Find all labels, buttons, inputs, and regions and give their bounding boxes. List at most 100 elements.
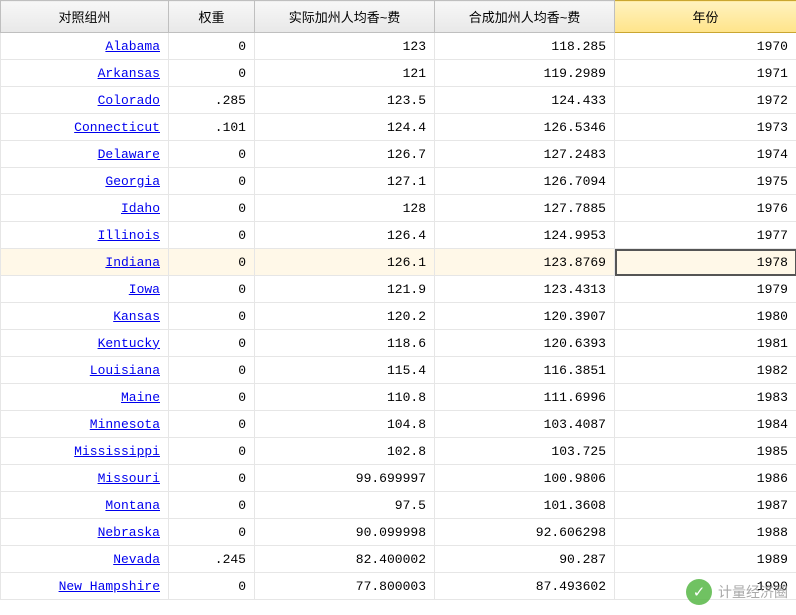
cell-year[interactable]: 1988 bbox=[615, 519, 796, 546]
cell-weight[interactable]: .285 bbox=[169, 87, 255, 114]
cell-weight[interactable]: 0 bbox=[169, 330, 255, 357]
cell-synth[interactable]: 87.493602 bbox=[435, 573, 615, 600]
cell-state[interactable]: Nevada bbox=[1, 546, 169, 573]
cell-actual[interactable]: 110.8 bbox=[255, 384, 435, 411]
cell-synth[interactable]: 123.8769 bbox=[435, 249, 615, 276]
cell-actual[interactable]: 124.4 bbox=[255, 114, 435, 141]
cell-year[interactable]: 1972 bbox=[615, 87, 796, 114]
cell-state[interactable]: Louisiana bbox=[1, 357, 169, 384]
cell-state[interactable]: Arkansas bbox=[1, 60, 169, 87]
cell-actual[interactable]: 126.1 bbox=[255, 249, 435, 276]
cell-state[interactable]: Georgia bbox=[1, 168, 169, 195]
cell-actual[interactable]: 90.099998 bbox=[255, 519, 435, 546]
cell-weight[interactable]: 0 bbox=[169, 60, 255, 87]
cell-year[interactable]: 1974 bbox=[615, 141, 796, 168]
cell-synth[interactable]: 111.6996 bbox=[435, 384, 615, 411]
cell-synth[interactable]: 119.2989 bbox=[435, 60, 615, 87]
cell-weight[interactable]: 0 bbox=[169, 168, 255, 195]
cell-weight[interactable]: 0 bbox=[169, 465, 255, 492]
cell-actual[interactable]: 123 bbox=[255, 33, 435, 60]
cell-synth[interactable]: 116.3851 bbox=[435, 357, 615, 384]
col-header-actual[interactable]: 实际加州人均香~费 bbox=[255, 1, 435, 33]
col-header-weight[interactable]: 权重 bbox=[169, 1, 255, 33]
cell-synth[interactable]: 103.725 bbox=[435, 438, 615, 465]
cell-year[interactable]: 1986 bbox=[615, 465, 796, 492]
cell-synth[interactable]: 127.7885 bbox=[435, 195, 615, 222]
cell-actual[interactable]: 120.2 bbox=[255, 303, 435, 330]
cell-synth[interactable]: 126.5346 bbox=[435, 114, 615, 141]
cell-actual[interactable]: 77.800003 bbox=[255, 573, 435, 600]
cell-year[interactable]: 1973 bbox=[615, 114, 796, 141]
cell-actual[interactable]: 126.4 bbox=[255, 222, 435, 249]
cell-synth[interactable]: 124.9953 bbox=[435, 222, 615, 249]
cell-year[interactable]: 1977 bbox=[615, 222, 796, 249]
cell-synth[interactable]: 103.4087 bbox=[435, 411, 615, 438]
cell-year[interactable]: 1978 bbox=[615, 249, 796, 276]
cell-synth[interactable]: 126.7094 bbox=[435, 168, 615, 195]
cell-year[interactable]: 1975 bbox=[615, 168, 796, 195]
cell-actual[interactable]: 99.699997 bbox=[255, 465, 435, 492]
cell-state[interactable]: New Hampshire bbox=[1, 573, 169, 600]
cell-weight[interactable]: .101 bbox=[169, 114, 255, 141]
cell-actual[interactable]: 97.5 bbox=[255, 492, 435, 519]
cell-state[interactable]: Illinois bbox=[1, 222, 169, 249]
cell-state[interactable]: Colorado bbox=[1, 87, 169, 114]
cell-weight[interactable]: 0 bbox=[169, 438, 255, 465]
cell-state[interactable]: Montana bbox=[1, 492, 169, 519]
cell-year[interactable]: 1976 bbox=[615, 195, 796, 222]
cell-weight[interactable]: 0 bbox=[169, 195, 255, 222]
cell-actual[interactable]: 115.4 bbox=[255, 357, 435, 384]
cell-state[interactable]: Kentucky bbox=[1, 330, 169, 357]
cell-weight[interactable]: 0 bbox=[169, 33, 255, 60]
cell-state[interactable]: Missouri bbox=[1, 465, 169, 492]
cell-actual[interactable]: 121.9 bbox=[255, 276, 435, 303]
cell-state[interactable]: Connecticut bbox=[1, 114, 169, 141]
cell-weight[interactable]: 0 bbox=[169, 141, 255, 168]
cell-weight[interactable]: .245 bbox=[169, 546, 255, 573]
cell-state[interactable]: Delaware bbox=[1, 141, 169, 168]
cell-weight[interactable]: 0 bbox=[169, 222, 255, 249]
cell-state[interactable]: Maine bbox=[1, 384, 169, 411]
cell-synth[interactable]: 127.2483 bbox=[435, 141, 615, 168]
cell-state[interactable]: Nebraska bbox=[1, 519, 169, 546]
cell-actual[interactable]: 127.1 bbox=[255, 168, 435, 195]
cell-weight[interactable]: 0 bbox=[169, 384, 255, 411]
cell-weight[interactable]: 0 bbox=[169, 357, 255, 384]
cell-year[interactable]: 1983 bbox=[615, 384, 796, 411]
cell-synth[interactable]: 120.6393 bbox=[435, 330, 615, 357]
cell-actual[interactable]: 102.8 bbox=[255, 438, 435, 465]
cell-weight[interactable]: 0 bbox=[169, 492, 255, 519]
cell-state[interactable]: Minnesota bbox=[1, 411, 169, 438]
cell-actual[interactable]: 82.400002 bbox=[255, 546, 435, 573]
cell-synth[interactable]: 118.285 bbox=[435, 33, 615, 60]
cell-synth[interactable]: 120.3907 bbox=[435, 303, 615, 330]
cell-weight[interactable]: 0 bbox=[169, 519, 255, 546]
cell-year[interactable]: 1982 bbox=[615, 357, 796, 384]
cell-year[interactable]: 1980 bbox=[615, 303, 796, 330]
cell-weight[interactable]: 0 bbox=[169, 249, 255, 276]
cell-state[interactable]: Idaho bbox=[1, 195, 169, 222]
cell-synth[interactable]: 92.606298 bbox=[435, 519, 615, 546]
cell-actual[interactable]: 118.6 bbox=[255, 330, 435, 357]
col-header-year[interactable]: 年份 bbox=[615, 1, 796, 33]
cell-weight[interactable]: 0 bbox=[169, 573, 255, 600]
cell-synth[interactable]: 90.287 bbox=[435, 546, 615, 573]
cell-year[interactable]: 1989 bbox=[615, 546, 796, 573]
cell-year[interactable]: 1971 bbox=[615, 60, 796, 87]
cell-synth[interactable]: 101.3608 bbox=[435, 492, 615, 519]
col-header-synth[interactable]: 合成加州人均香~费 bbox=[435, 1, 615, 33]
col-header-state[interactable]: 对照组州 bbox=[1, 1, 169, 33]
cell-synth[interactable]: 123.4313 bbox=[435, 276, 615, 303]
cell-synth[interactable]: 100.9806 bbox=[435, 465, 615, 492]
cell-actual[interactable]: 126.7 bbox=[255, 141, 435, 168]
cell-year[interactable]: 1970 bbox=[615, 33, 796, 60]
cell-state[interactable]: Kansas bbox=[1, 303, 169, 330]
cell-synth[interactable]: 124.433 bbox=[435, 87, 615, 114]
cell-weight[interactable]: 0 bbox=[169, 303, 255, 330]
cell-year[interactable]: 1985 bbox=[615, 438, 796, 465]
cell-year[interactable]: 1981 bbox=[615, 330, 796, 357]
cell-year[interactable]: 1979 bbox=[615, 276, 796, 303]
cell-actual[interactable]: 121 bbox=[255, 60, 435, 87]
cell-state[interactable]: Indiana bbox=[1, 249, 169, 276]
cell-state[interactable]: Iowa bbox=[1, 276, 169, 303]
